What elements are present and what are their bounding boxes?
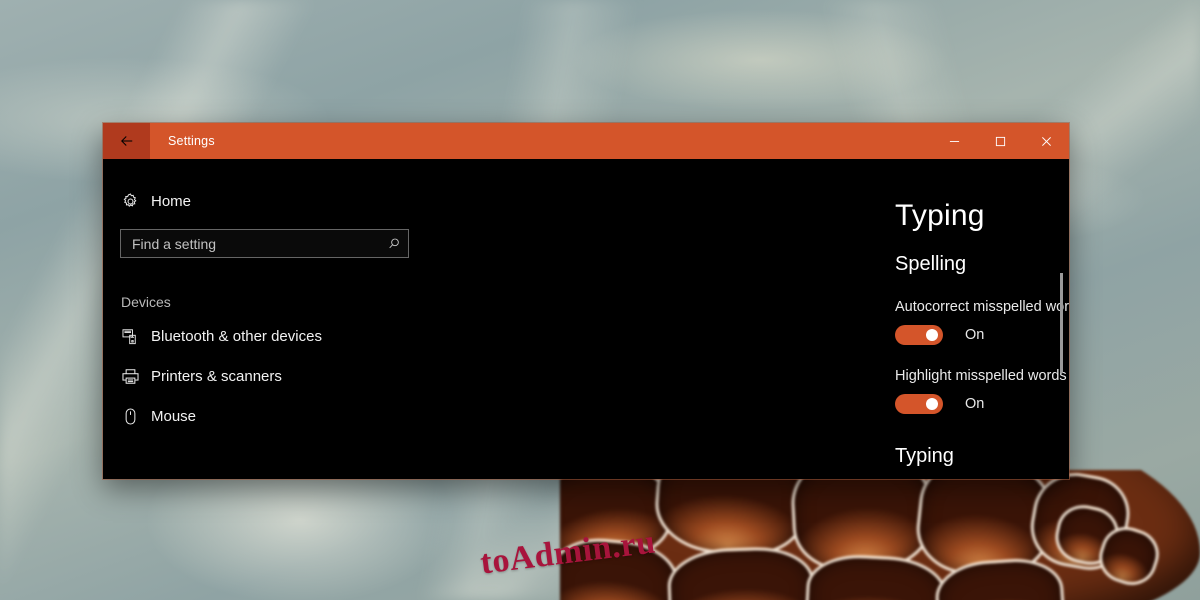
- sidebar-item-printers-scanners[interactable]: Printers & scanners: [103, 356, 448, 396]
- settings-window: Settings Home Find a setting Devices Blu…: [103, 123, 1069, 479]
- section-heading-typing: Typing: [895, 445, 954, 467]
- maximize-button[interactable]: [977, 123, 1023, 159]
- gear-icon: [121, 192, 151, 211]
- back-button[interactable]: [103, 123, 150, 159]
- toggle-state-highlight: On: [965, 396, 985, 412]
- arrow-left-icon: [120, 136, 132, 146]
- section-heading-spelling: Spelling: [895, 253, 967, 275]
- search-icon[interactable]: [386, 236, 402, 252]
- window-body: Home Devices: [103, 159, 1069, 479]
- turtle-shell-image: [560, 470, 1200, 600]
- window-titlebar: Settings: [103, 123, 1069, 159]
- window-controls: [931, 123, 1069, 159]
- sidebar-item-label: Home: [151, 192, 192, 210]
- scrollbar[interactable]: [1058, 159, 1066, 479]
- close-button[interactable]: [1023, 123, 1069, 159]
- settings-content: Typing Spelling Autocorrect misspelled w…: [448, 159, 1069, 479]
- window-title: Settings: [168, 134, 215, 148]
- sidebar-item-label: Mouse: [151, 407, 197, 425]
- bluetooth-devices-icon: [121, 327, 151, 346]
- toggle-autocorrect-misspelled-words[interactable]: [895, 325, 943, 345]
- minimize-button[interactable]: [931, 123, 977, 159]
- toggle-knob: [926, 398, 938, 410]
- sidebar-item-label: Printers & scanners: [151, 367, 282, 385]
- printer-icon: [121, 367, 151, 386]
- sidebar-item-mouse[interactable]: Mouse: [103, 396, 448, 436]
- search-input[interactable]: [132, 235, 386, 252]
- setting-row-autocorrect: On: [895, 325, 1069, 345]
- maximize-icon: [995, 136, 1005, 146]
- toggle-highlight-misspelled-words[interactable]: [895, 394, 943, 414]
- setting-row-highlight: On: [895, 394, 1069, 414]
- sidebar-group-header: Devices: [121, 294, 171, 310]
- setting-label-autocorrect: Autocorrect misspelled words: [895, 299, 1069, 315]
- sidebar-item-home[interactable]: Home: [103, 181, 448, 221]
- search-box[interactable]: [120, 229, 409, 258]
- page-title: Typing: [895, 199, 985, 232]
- content-inner: Typing Spelling Autocorrect misspelled w…: [895, 159, 1069, 468]
- settings-sidebar: Home Devices: [103, 159, 448, 479]
- scrollbar-thumb[interactable]: [1060, 273, 1063, 373]
- mouse-icon: [121, 407, 151, 426]
- close-icon: [1041, 136, 1051, 146]
- search-container: [103, 221, 448, 258]
- sidebar-item-label: Bluetooth & other devices: [151, 327, 322, 345]
- setting-label-highlight: Highlight misspelled words: [895, 368, 1067, 384]
- minimize-icon: [949, 140, 959, 142]
- toggle-knob: [926, 329, 938, 341]
- sidebar-item-bluetooth-other-devices[interactable]: Bluetooth & other devices: [103, 316, 448, 356]
- toggle-state-autocorrect: On: [965, 327, 985, 343]
